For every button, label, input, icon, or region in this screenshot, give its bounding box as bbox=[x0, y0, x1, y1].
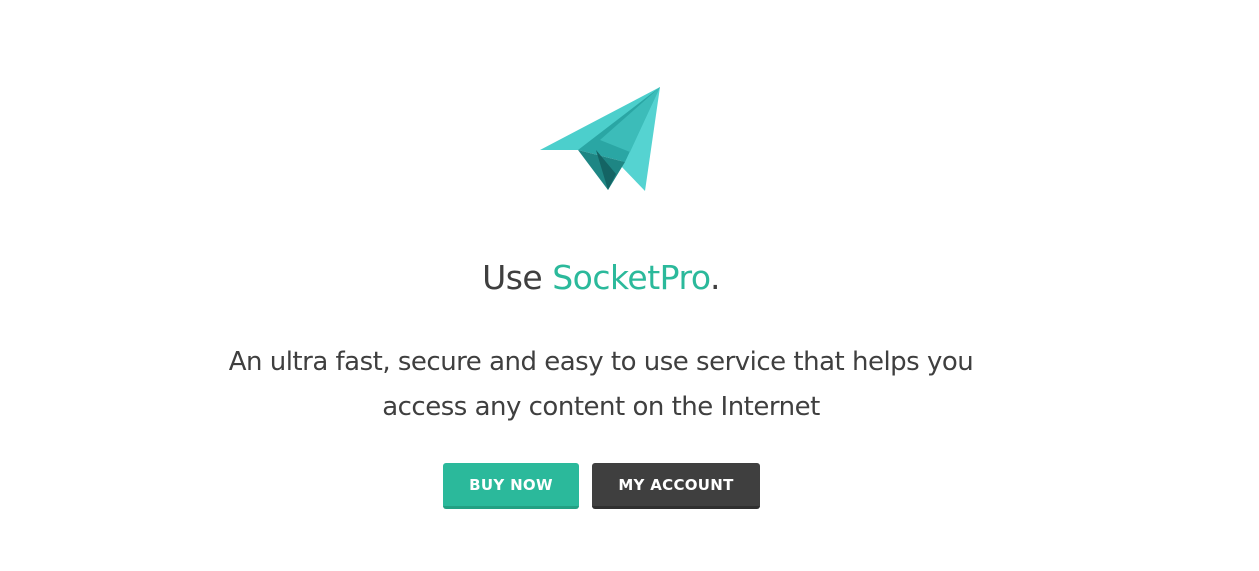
my-account-button[interactable]: MY ACCOUNT bbox=[592, 463, 760, 509]
tagline-line-1: An ultra fast, secure and easy to use se… bbox=[228, 347, 974, 377]
headline-suffix: . bbox=[709, 258, 721, 297]
tagline-line-2: access any content on the Internet bbox=[382, 392, 820, 422]
landing-page: Use SocketPro. An ultra fast, secure and… bbox=[0, 0, 1259, 571]
buy-now-button[interactable]: BUY NOW bbox=[443, 463, 579, 509]
paper-plane-icon bbox=[540, 87, 660, 191]
tagline: An ultra fast, secure and easy to use se… bbox=[0, 340, 1202, 430]
page-title: Use SocketPro. bbox=[0, 258, 1202, 297]
brand-name: SocketPro bbox=[552, 258, 710, 297]
headline-prefix: Use bbox=[482, 258, 553, 297]
